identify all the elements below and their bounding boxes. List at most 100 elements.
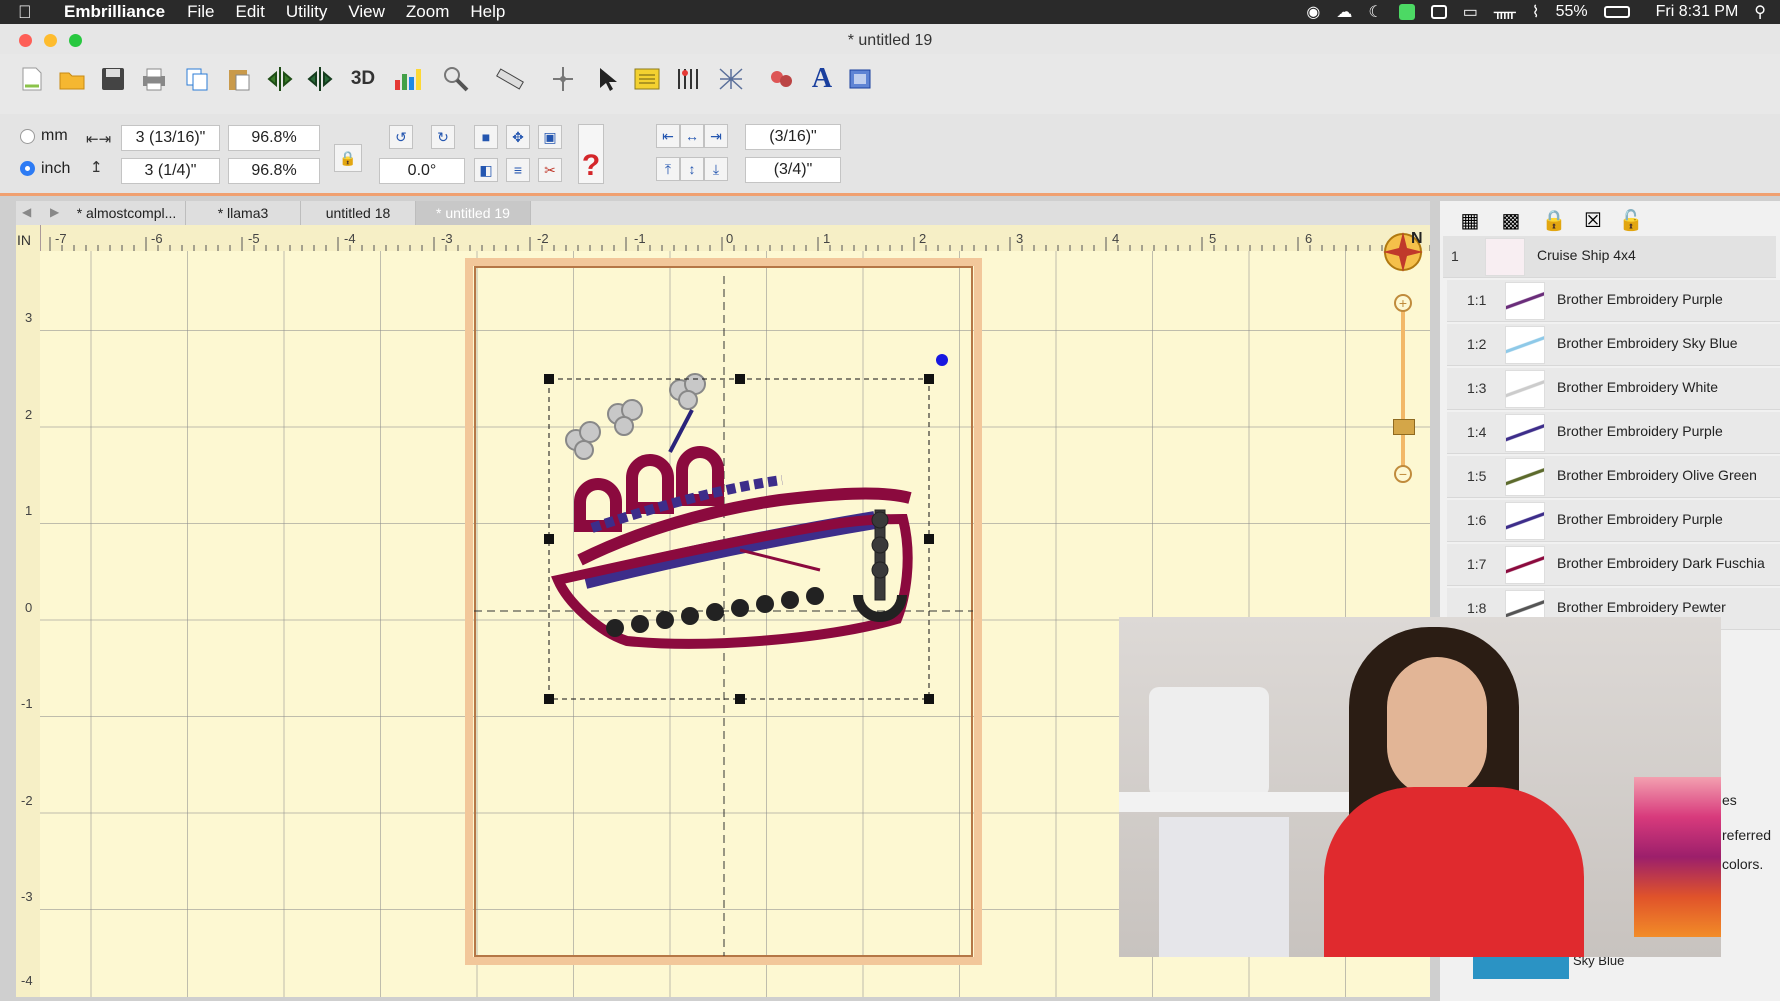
airplay-icon[interactable]: ▭: [1463, 2, 1478, 22]
ungroup-icon[interactable]: ▦: [1457, 207, 1483, 233]
text-letter-icon[interactable]: A: [807, 63, 837, 94]
zoom-in-icon[interactable]: +: [1394, 294, 1412, 312]
ruler-icon[interactable]: [495, 64, 525, 94]
menu-file[interactable]: File: [187, 2, 214, 22]
thread-spool-icon[interactable]: [766, 64, 796, 94]
moon-icon[interactable]: ☾: [1368, 2, 1382, 22]
color-stop-row[interactable]: 1:7 Brother Embroidery Dark Fuschia: [1447, 544, 1780, 586]
cloud-icon[interactable]: ☁: [1336, 2, 1352, 22]
properties-icon[interactable]: [632, 64, 662, 94]
app-menu[interactable]: Embrilliance: [64, 2, 165, 22]
unit-inch-radio[interactable]: [20, 161, 35, 176]
select-arrow-icon[interactable]: [592, 64, 622, 94]
unlock-icon[interactable]: 🔓: [1618, 207, 1644, 233]
color-stop-number: 1:2: [1467, 336, 1487, 352]
unit-mm-radio[interactable]: [20, 129, 35, 144]
design-row[interactable]: 1 Cruise Ship 4x4: [1443, 236, 1776, 278]
mirror-vertical-icon[interactable]: [305, 64, 335, 94]
align-left-icon[interactable]: ◧: [474, 158, 498, 182]
cut-icon[interactable]: ✂: [538, 158, 562, 182]
3d-view-icon[interactable]: 3D: [348, 64, 378, 94]
align-top-icon[interactable]: ■: [474, 125, 498, 149]
rotate-right-icon[interactable]: ↻: [431, 125, 455, 149]
color-stop-row[interactable]: 1:6 Brother Embroidery Purple: [1447, 500, 1780, 542]
color-stop-thumbnail: [1505, 458, 1545, 496]
bluetooth-icon[interactable]: ᚅ: [1494, 2, 1516, 22]
display-icon[interactable]: [1430, 5, 1447, 19]
tab-prev-icon[interactable]: ◀: [22, 205, 31, 219]
lock-aspect-icon[interactable]: 🔒: [334, 144, 362, 172]
tab-untitled-18[interactable]: untitled 18: [301, 201, 416, 225]
ruler-h-label: 4: [1112, 231, 1120, 246]
thread-chart-icon[interactable]: [673, 64, 703, 94]
distribute-icon[interactable]: ≡: [506, 158, 530, 182]
zoom-slider-thumb[interactable]: [1393, 419, 1415, 435]
color-stop-row[interactable]: 1:2 Brother Embroidery Sky Blue: [1447, 324, 1780, 366]
height-field[interactable]: 3 (1/4)": [121, 158, 220, 184]
copy-icon[interactable]: [182, 64, 212, 94]
space-bottom-icon[interactable]: ⤓: [704, 157, 728, 181]
space-center-v-icon[interactable]: ↕: [680, 157, 704, 181]
paste-icon[interactable]: [224, 64, 254, 94]
tab-next-icon[interactable]: ▶: [50, 205, 59, 219]
color-stop-thumbnail: [1505, 370, 1545, 408]
color-stop-name: Brother Embroidery Purple: [1557, 291, 1723, 307]
needle-point-icon[interactable]: [548, 64, 578, 94]
open-folder-icon[interactable]: [57, 64, 87, 94]
color-stop-row[interactable]: 1:1 Brother Embroidery Purple: [1447, 280, 1780, 322]
rotate-handle[interactable]: [936, 354, 948, 366]
magnify-icon[interactable]: [441, 64, 471, 94]
tab-almostcomplete[interactable]: * almostcompl...: [68, 201, 186, 225]
tab-llama3[interactable]: * llama3: [186, 201, 301, 225]
app-status-icon[interactable]: [1398, 4, 1415, 20]
new-file-icon[interactable]: [17, 64, 47, 94]
lock-disabled-icon[interactable]: ☒: [1580, 207, 1606, 233]
tab-untitled-19[interactable]: * untitled 19: [416, 201, 531, 225]
zoom-slider-track[interactable]: [1401, 302, 1405, 472]
record-icon[interactable]: ◉: [1306, 2, 1320, 22]
wifi-icon[interactable]: ⌇: [1532, 2, 1540, 22]
group-icon[interactable]: ▩: [1498, 207, 1524, 233]
menu-utility[interactable]: Utility: [286, 2, 328, 22]
width-field[interactable]: 3 (13/16)": [121, 125, 220, 151]
rotation-field[interactable]: 0.0°: [379, 158, 465, 184]
center-icon[interactable]: ✥: [506, 125, 530, 149]
menu-zoom[interactable]: Zoom: [406, 2, 449, 22]
spacing-h-field[interactable]: (3/16)": [745, 124, 841, 150]
ruler-v-label: -4: [21, 973, 33, 988]
space-top-icon[interactable]: ⤒: [656, 157, 680, 181]
rotate-left-icon[interactable]: ↺: [389, 125, 413, 149]
space-center-h-icon[interactable]: ↔: [680, 124, 704, 148]
zoom-out-icon[interactable]: −: [1394, 465, 1412, 483]
color-stop-row[interactable]: 1:5 Brother Embroidery Olive Green: [1447, 456, 1780, 498]
menu-edit[interactable]: Edit: [236, 2, 265, 22]
compass-icon[interactable]: N: [1381, 230, 1425, 274]
chart-icon[interactable]: [393, 64, 423, 94]
search-icon[interactable]: ⚲: [1754, 2, 1766, 22]
ruler-h-label: -6: [151, 231, 163, 246]
space-left-icon[interactable]: ⇤: [656, 124, 680, 148]
stitch-grid-icon[interactable]: [716, 64, 746, 94]
mirror-horizontal-icon[interactable]: [265, 64, 295, 94]
selection-box[interactable]: [540, 370, 940, 710]
pattern-fill-icon[interactable]: [845, 64, 875, 94]
height-percent-field[interactable]: 96.8%: [228, 158, 320, 184]
space-right-icon[interactable]: ⇥: [704, 124, 728, 148]
battery-percent[interactable]: 55%: [1556, 3, 1588, 21]
color-stop-name: Brother Embroidery Pewter: [1557, 599, 1726, 615]
color-stop-row[interactable]: 1:4 Brother Embroidery Purple: [1447, 412, 1780, 454]
color-stop-row[interactable]: 1:3 Brother Embroidery White: [1447, 368, 1780, 410]
menu-help[interactable]: Help: [470, 2, 505, 22]
lock-icon[interactable]: 🔒: [1541, 207, 1567, 233]
menu-view[interactable]: View: [348, 2, 385, 22]
fit-hoop-icon[interactable]: ▣: [538, 125, 562, 149]
spacing-v-field[interactable]: (3/4)": [745, 157, 841, 183]
apple-icon[interactable]: : [18, 2, 44, 23]
color-stop-thumbnail: [1505, 546, 1545, 584]
help-icon[interactable]: ?: [578, 124, 604, 184]
clock[interactable]: Fri 8:31 PM: [1656, 3, 1739, 21]
print-icon[interactable]: [139, 64, 169, 94]
save-icon[interactable]: [98, 64, 128, 94]
width-percent-field[interactable]: 96.8%: [228, 125, 320, 151]
color-stop-number: 1:5: [1467, 468, 1487, 484]
